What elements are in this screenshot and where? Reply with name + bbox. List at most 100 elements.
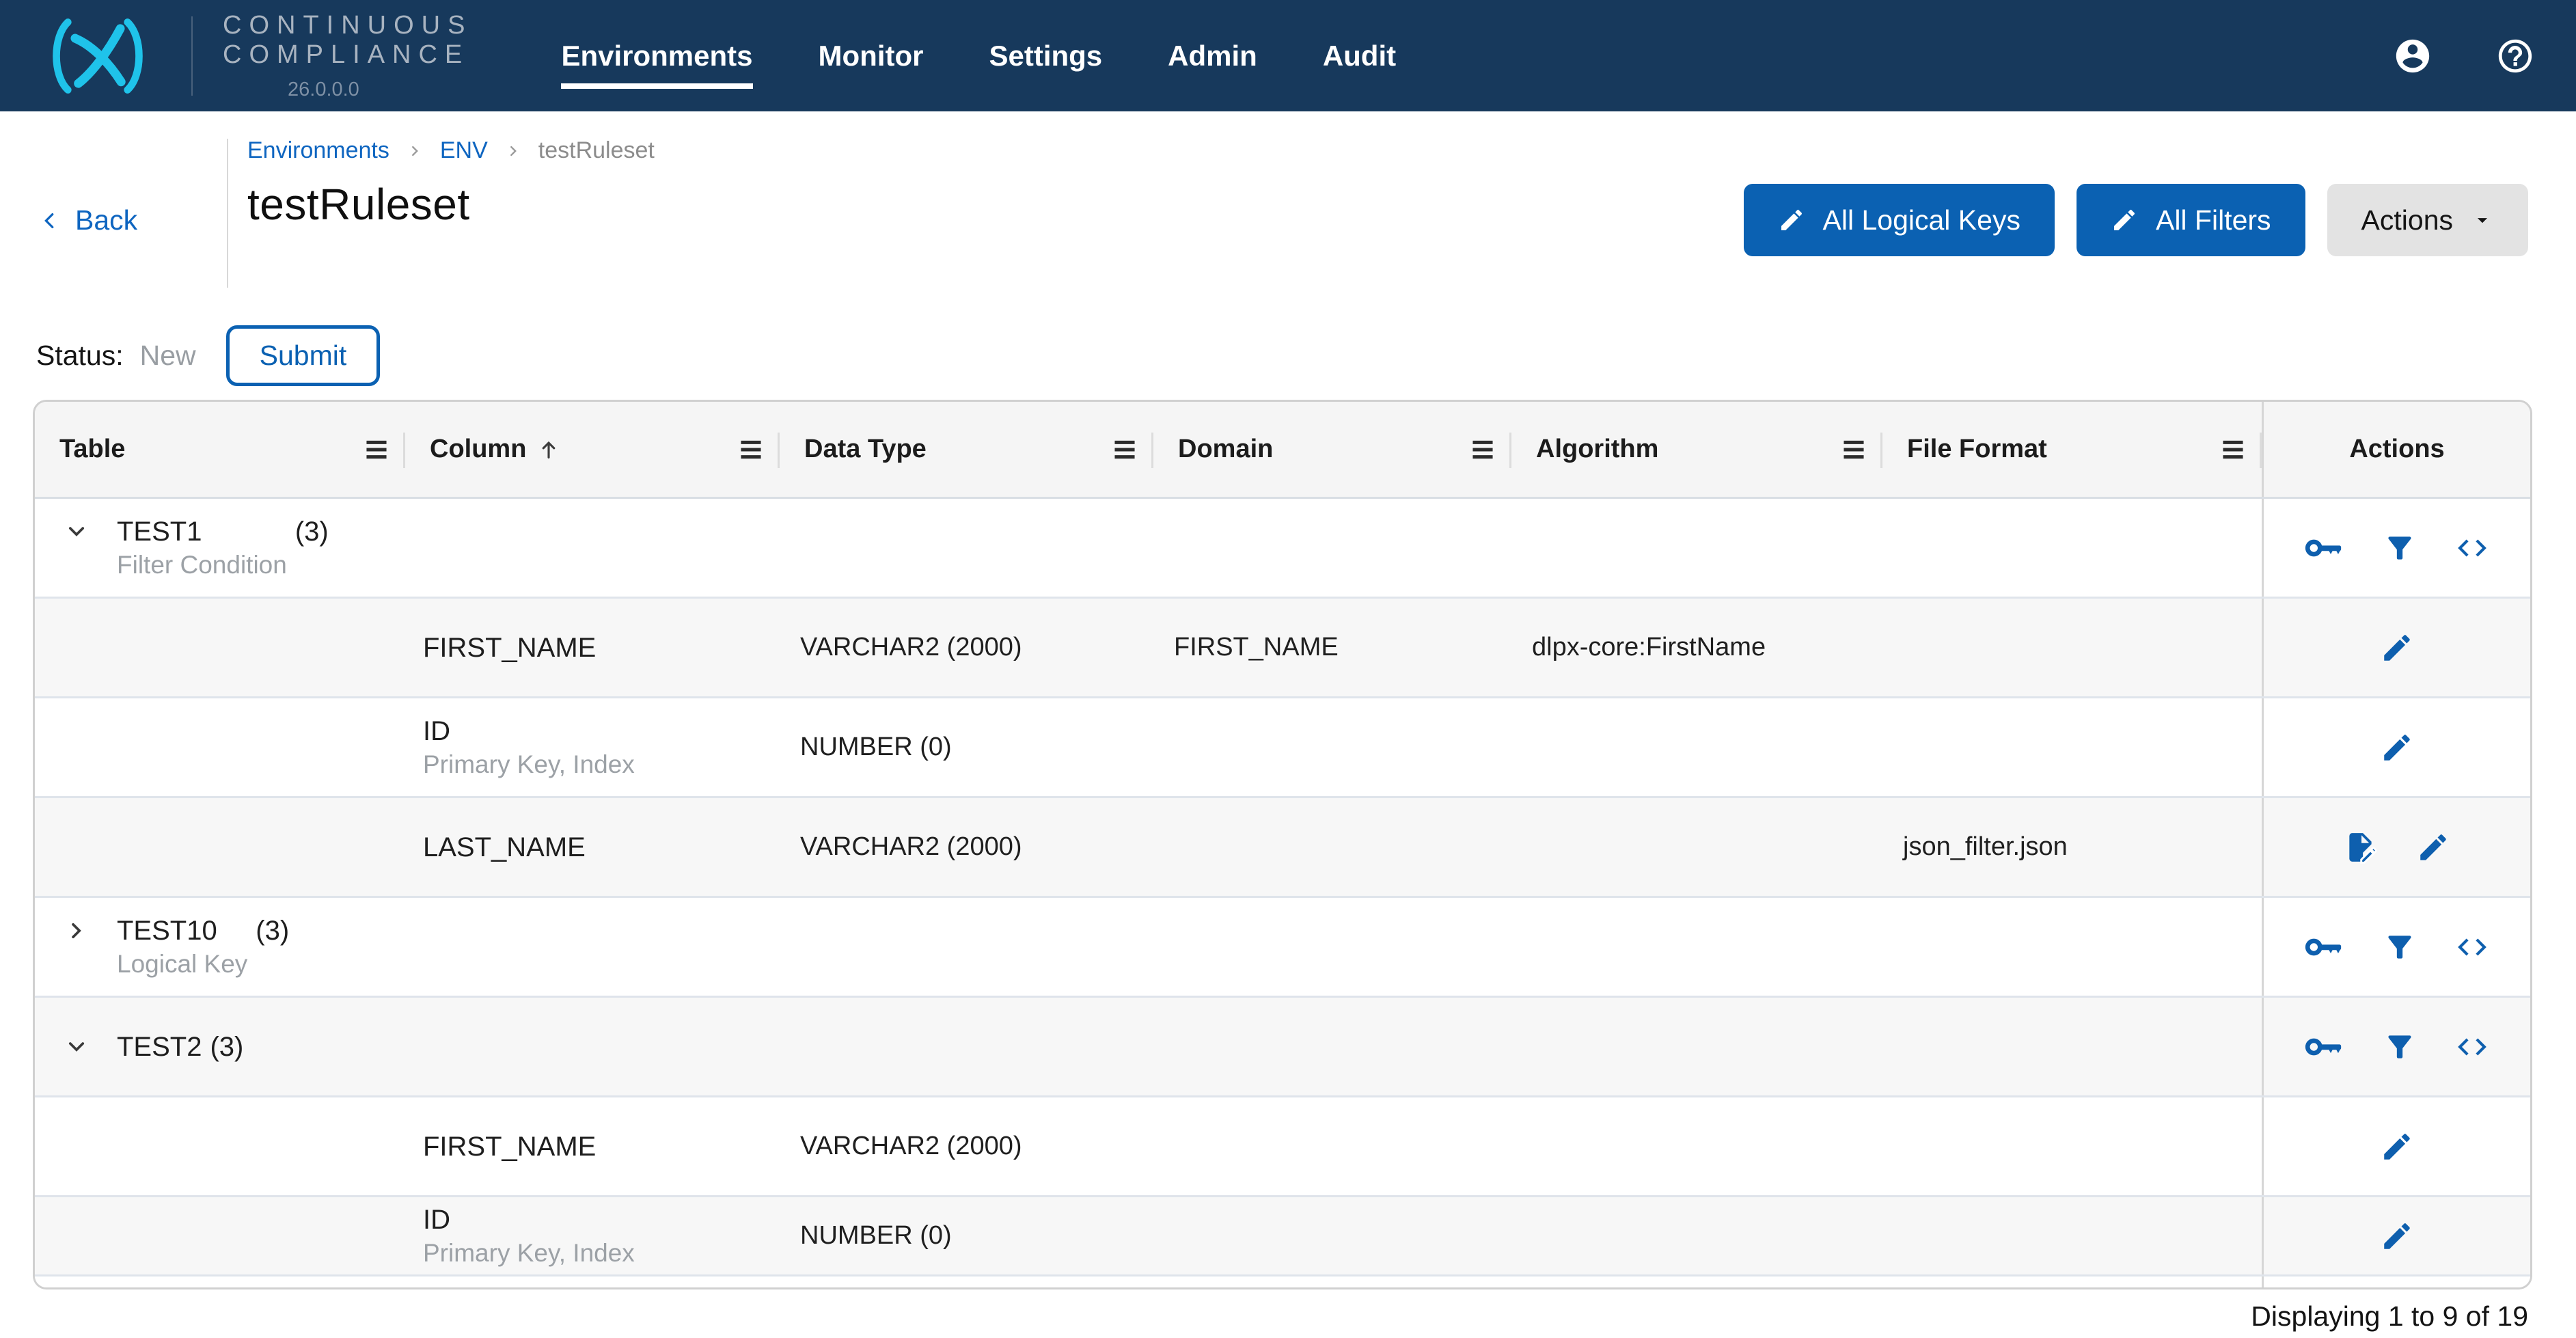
column-menu-icon[interactable]	[364, 439, 389, 461]
file-format-cell	[1882, 599, 2262, 696]
file-format-cell	[1882, 1197, 2262, 1274]
domain-cell-value: FIRST_NAME	[1174, 633, 1339, 661]
column-header-label: Actions	[2349, 435, 2445, 463]
edit-icon[interactable]	[2380, 1219, 2414, 1253]
table-body: TEST1 Filter Condition (3) FIRST_NAME VARCHA…	[35, 499, 2530, 1287]
back-label: Back	[75, 204, 138, 236]
column-name-cell: FIRST_NAME	[405, 599, 780, 696]
filter-icon[interactable]	[2383, 930, 2417, 964]
column-header-actions[interactable]: Actions	[2262, 402, 2530, 497]
data-type-cell: VARCHAR2 (2000)	[780, 798, 1153, 896]
code-icon[interactable]	[2455, 1030, 2489, 1064]
column-header-domain[interactable]: Domain	[1153, 402, 1511, 497]
domain-cell	[1153, 1097, 1511, 1195]
edit-icon[interactable]	[2380, 631, 2414, 665]
table-row: LAST_NAME VARCHAR2 (2000) json_filter.json	[35, 798, 2530, 898]
column-name-block: ID Primary Key, Index	[423, 714, 635, 780]
status-badge: New	[139, 339, 196, 371]
brand-version: 26.0.0.0	[288, 78, 359, 100]
column-header-data-type[interactable]: Data Type	[780, 402, 1153, 497]
collapse-row-icon[interactable]	[65, 1030, 88, 1064]
actions-button[interactable]: Actions	[2327, 184, 2528, 256]
group-row-content: TEST2 (3)	[65, 1030, 243, 1064]
brand-line-2: COMPLIANCE	[223, 40, 470, 69]
data-type-cell	[780, 998, 1153, 1095]
column-name-block: FIRST_NAME	[423, 1130, 596, 1164]
column-menu-icon[interactable]	[1841, 439, 1866, 461]
nav-item-environments[interactable]: Environments	[561, 40, 753, 89]
edit-icon[interactable]	[2380, 731, 2414, 765]
data-type-cell-value: NUMBER (0)	[800, 1221, 952, 1250]
column-menu-icon[interactable]	[739, 439, 763, 461]
data-type-cell-value: VARCHAR2 (2000)	[800, 633, 1022, 661]
file-format-cell: json_filter.json	[1882, 798, 2262, 896]
actions-cell	[2262, 898, 2530, 996]
column-header-table[interactable]: Table	[35, 402, 405, 497]
filter-icon[interactable]	[2383, 531, 2417, 565]
data-type-cell: NUMBER (0)	[780, 698, 1153, 796]
edit-icon[interactable]	[2380, 1130, 2414, 1164]
delphix-logo-icon[interactable]	[36, 16, 160, 96]
table-cell	[35, 798, 405, 896]
column-header-algorithm[interactable]: Algorithm	[1511, 402, 1882, 497]
breadcrumb-env[interactable]: ENV	[440, 137, 488, 164]
column-menu-icon[interactable]	[2221, 439, 2245, 461]
expand-row-icon[interactable]	[65, 914, 88, 948]
domain-cell: FIRST_NAME	[1153, 599, 1511, 696]
column-menu-icon[interactable]	[1470, 439, 1495, 461]
edit-icon	[2111, 206, 2138, 234]
column-header-file-format[interactable]: File Format	[1882, 402, 2262, 497]
edit-icon[interactable]	[2416, 830, 2450, 864]
breadcrumb-separator-icon	[506, 144, 521, 159]
algorithm-cell	[1511, 798, 1882, 896]
account-icon[interactable]	[2393, 36, 2433, 76]
nav-item-monitor[interactable]: Monitor	[819, 40, 924, 72]
key-icon[interactable]	[2305, 930, 2344, 964]
all-filters-button[interactable]: All Filters	[2076, 184, 2305, 256]
table-cell	[780, 1276, 1153, 1287]
breadcrumb-environments[interactable]: Environments	[247, 137, 389, 164]
breadcrumb: Environments ENV testRuleset	[247, 137, 655, 164]
edit-document-icon[interactable]	[2344, 830, 2378, 864]
top-nav-bar: CONTINUOUS COMPLIANCE 26.0.0.0 Environme…	[0, 0, 2576, 111]
logo-divider	[191, 16, 193, 96]
column-name: ID	[423, 1205, 450, 1235]
code-icon[interactable]	[2455, 531, 2489, 565]
column-header-column[interactable]: Column	[405, 402, 780, 497]
sort-ascending-icon[interactable]	[537, 438, 560, 461]
table-row: ID Primary Key, Index NUMBER (0)	[35, 1197, 2530, 1276]
collapse-row-icon[interactable]	[65, 515, 88, 549]
nav-item-audit[interactable]: Audit	[1323, 40, 1396, 72]
button-label: Actions	[2361, 204, 2453, 236]
key-icon[interactable]	[2305, 531, 2344, 565]
group-row-content: TEST1 Filter Condition (3)	[65, 515, 329, 581]
help-icon[interactable]	[2495, 36, 2535, 76]
table-name: TEST10	[117, 916, 217, 946]
table-name-block: TEST1 Filter Condition	[117, 515, 287, 581]
nav-item-settings[interactable]: Settings	[989, 40, 1102, 72]
table-cell	[35, 1276, 405, 1287]
filter-icon[interactable]	[2383, 1030, 2417, 1064]
domain-cell	[1153, 499, 1511, 597]
actions-cell	[2262, 499, 2530, 597]
data-type-cell: VARCHAR2 (2000)	[780, 1097, 1153, 1195]
domain-cell	[1153, 898, 1511, 996]
submit-button[interactable]: Submit	[225, 325, 381, 386]
header-divider	[227, 139, 228, 288]
column-header-label: File Format	[1907, 435, 2047, 463]
all-logical-keys-button[interactable]: All Logical Keys	[1743, 184, 2055, 256]
brand-block: CONTINUOUS COMPLIANCE 26.0.0.0	[223, 11, 472, 101]
file-format-cell	[1882, 998, 2262, 1095]
table-row: TEST10 Logical Key (3)	[35, 898, 2530, 998]
back-button[interactable]: Back	[40, 204, 137, 236]
column-count: (3)	[210, 1031, 244, 1062]
nav-item-admin[interactable]: Admin	[1168, 40, 1257, 72]
button-label: All Filters	[2155, 204, 2271, 236]
file-format-cell	[1882, 698, 2262, 796]
column-header-label: Data Type	[804, 435, 927, 463]
column-name: ID	[423, 716, 450, 746]
key-icon[interactable]	[2305, 1030, 2344, 1064]
code-icon[interactable]	[2455, 930, 2489, 964]
column-menu-icon[interactable]	[1112, 439, 1137, 461]
table-cell	[1153, 1276, 1511, 1287]
